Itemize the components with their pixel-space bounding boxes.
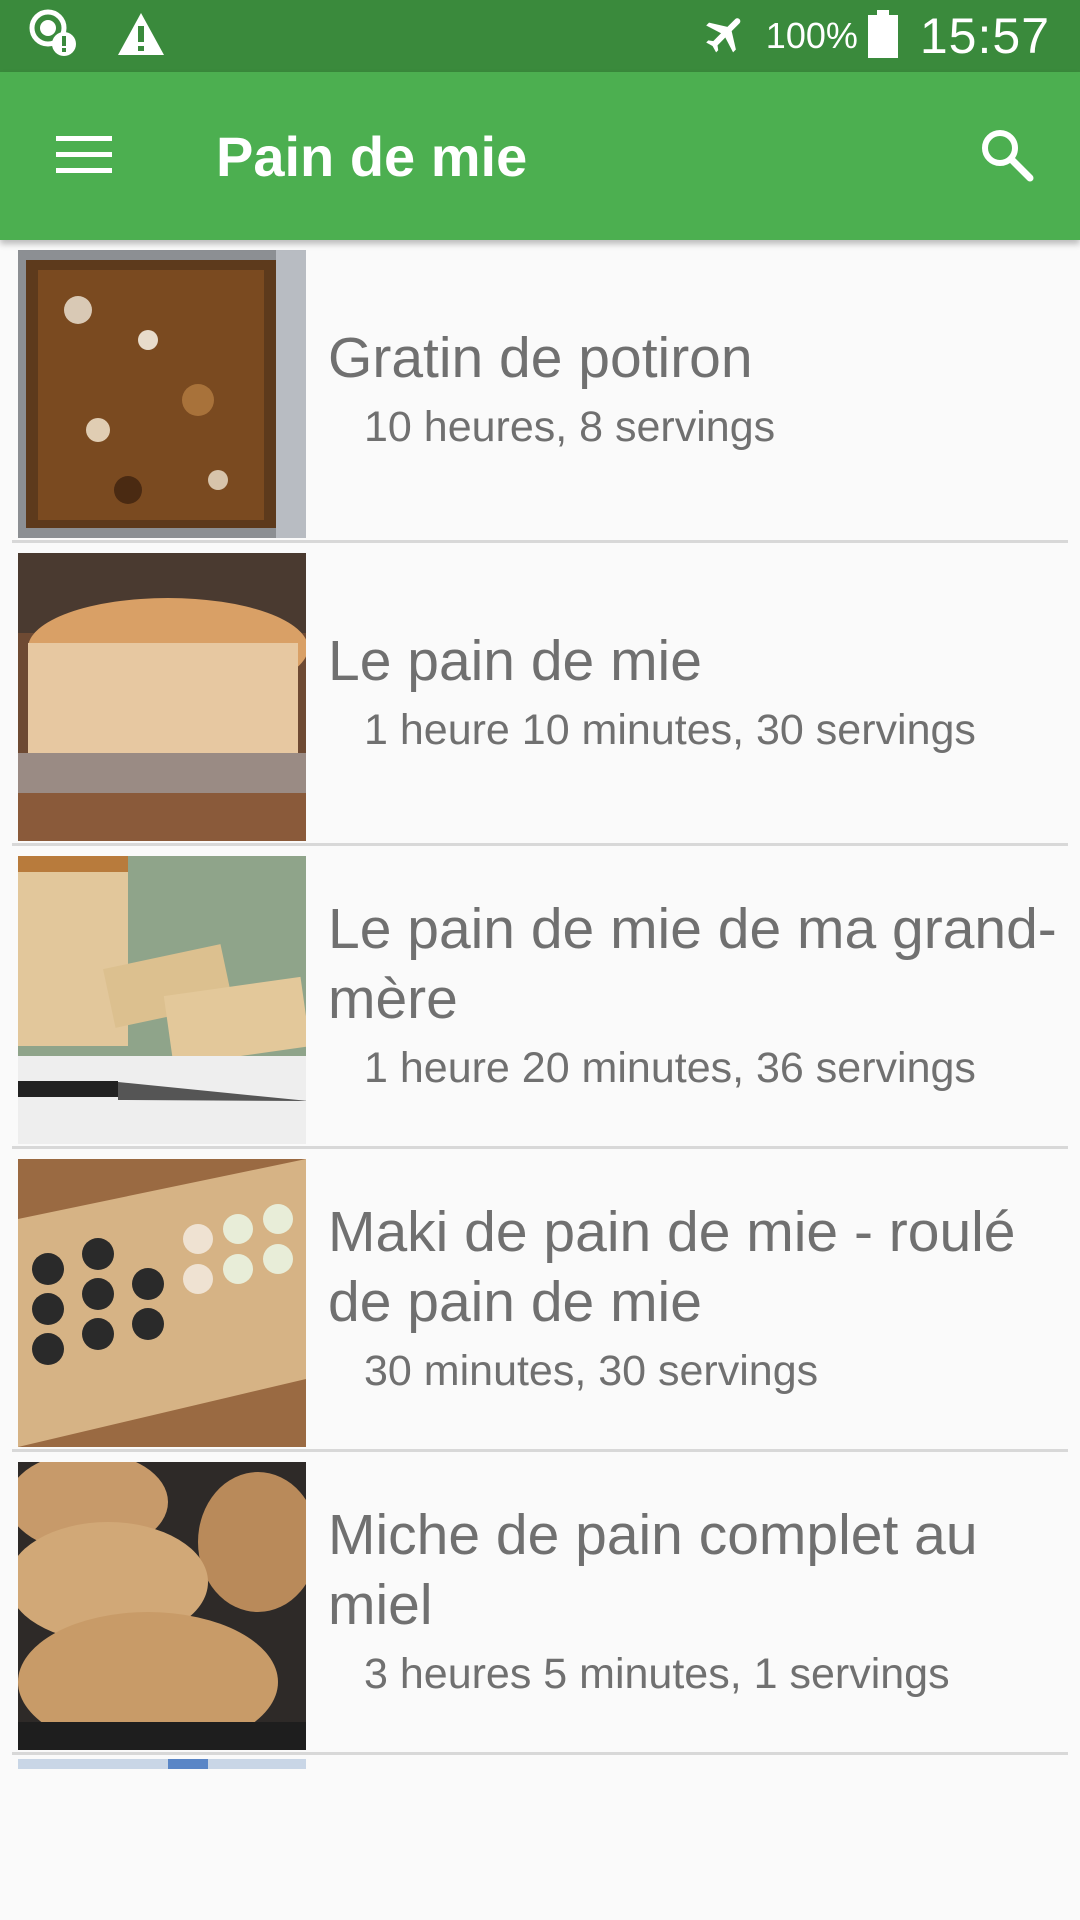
status-left-icons xyxy=(28,8,166,65)
list-item[interactable]: Le pain de mie de ma grand-mère 1 heure … xyxy=(12,846,1068,1149)
battery-icon xyxy=(867,9,898,63)
recipe-title: Le pain de mie xyxy=(328,629,702,693)
recipe-thumbnail xyxy=(18,1462,306,1750)
airplane-mode-icon xyxy=(702,10,750,63)
data-warning-icon xyxy=(28,8,80,65)
app-bar: Pain de mie xyxy=(0,72,1080,240)
status-right-icons: 100% 15:57 xyxy=(702,0,1050,72)
page-title: Pain de mie xyxy=(216,125,528,188)
recipe-subtitle: 3 heures 5 minutes, 1 servings xyxy=(364,1650,950,1698)
search-icon xyxy=(978,126,1034,187)
battery-percent: 100% xyxy=(765,15,858,56)
list-item[interactable]: Maki de pain de mie - roulé de pain de m… xyxy=(12,1149,1068,1452)
list-item[interactable]: Miche de pain complet au miel 3 heures 5… xyxy=(12,1452,1068,1755)
recipe-title: Le pain de mie de ma grand-mère xyxy=(328,897,1057,1031)
menu-button[interactable] xyxy=(40,116,128,196)
recipe-title: Miche de pain complet au miel xyxy=(328,1503,978,1637)
recipe-title: Maki de pain de mie - roulé de pain de m… xyxy=(328,1200,1016,1334)
recipe-thumbnail xyxy=(18,856,306,1144)
menu-icon xyxy=(56,134,112,179)
recipe-thumbnail xyxy=(18,553,306,841)
recipe-thumbnail xyxy=(18,1759,306,1769)
recipe-subtitle: 1 heure 20 minutes, 36 servings xyxy=(364,1044,976,1092)
recipe-subtitle: 1 heure 10 minutes, 30 servings xyxy=(364,706,976,754)
recipe-thumbnail xyxy=(18,250,306,538)
recipe-thumbnail xyxy=(18,1159,306,1447)
recipe-list[interactable]: Gratin de potiron 10 heures, 8 servings … xyxy=(0,240,1080,1775)
clock: 15:57 xyxy=(919,8,1050,64)
recipe-subtitle: 10 heures, 8 servings xyxy=(364,403,776,451)
list-item-partial[interactable] xyxy=(12,1755,1068,1775)
search-button[interactable] xyxy=(962,116,1050,196)
list-item[interactable]: Le pain de mie 1 heure 10 minutes, 30 se… xyxy=(12,543,1068,846)
status-bar: 100% 15:57 xyxy=(0,0,1080,72)
recipe-title: Gratin de potiron xyxy=(328,326,753,390)
recipe-subtitle: 30 minutes, 30 servings xyxy=(364,1347,819,1395)
warning-icon xyxy=(116,11,166,62)
list-item[interactable]: Gratin de potiron 10 heures, 8 servings xyxy=(12,240,1068,543)
